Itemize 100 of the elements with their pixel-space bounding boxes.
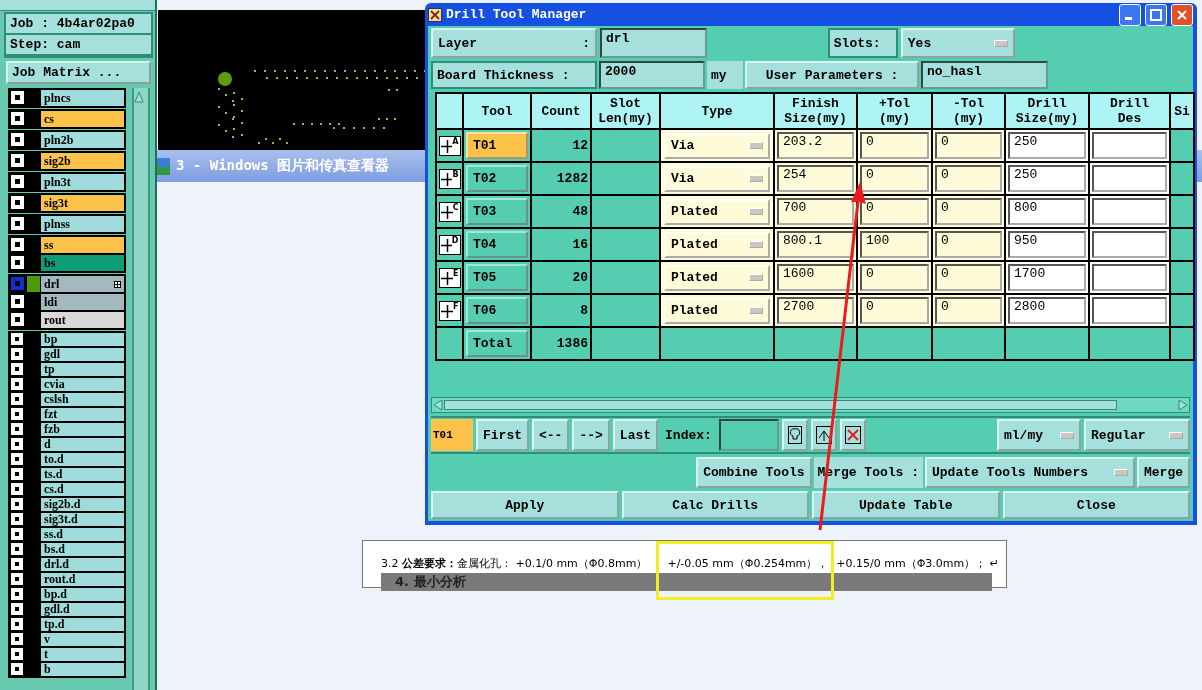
layer-row[interactable]: ts.d <box>41 468 124 481</box>
action-button[interactable]: Update Table <box>812 491 1000 519</box>
layer-row[interactable]: rout <box>41 312 124 328</box>
layer-row[interactable]: cvia <box>41 378 124 391</box>
action-button[interactable]: Close <box>1002 491 1190 519</box>
type-dropdown[interactable]: Plated <box>664 297 770 324</box>
scroll-right-arrow-icon[interactable] <box>1177 399 1189 411</box>
input-field[interactable] <box>1092 264 1167 291</box>
tool-button[interactable]: T02 <box>466 165 528 192</box>
layer-row[interactable]: bp.d <box>41 588 124 601</box>
layer-row[interactable]: cs <box>41 111 124 127</box>
layer-row[interactable]: to.d <box>41 453 124 466</box>
mode-dropdown[interactable]: Regular <box>1084 419 1190 451</box>
input-field[interactable]: 203.2 <box>777 132 854 159</box>
layer-checkbox[interactable] <box>11 277 24 290</box>
combine-tools-button[interactable]: Combine Tools <box>696 457 812 488</box>
input-field[interactable]: 254 <box>777 165 854 192</box>
nav-button[interactable]: --> <box>572 419 610 451</box>
input-field[interactable]: 250 <box>1008 132 1086 159</box>
type-dropdown[interactable]: Plated <box>664 198 770 225</box>
units-dropdown[interactable]: ml/my <box>997 419 1081 451</box>
expand-button[interactable]: C <box>438 201 461 222</box>
layer-row[interactable]: tp <box>41 363 124 376</box>
layer-row[interactable]: sig2b.d <box>41 498 124 511</box>
maximize-button[interactable] <box>1145 3 1167 26</box>
layer-row[interactable]: drl.d <box>41 558 124 571</box>
layer-row[interactable]: b <box>41 663 124 676</box>
layer-row[interactable]: plncs <box>41 90 124 106</box>
layer-row[interactable]: t <box>41 648 124 661</box>
minimize-button[interactable] <box>1119 3 1141 26</box>
layer-row[interactable]: d <box>41 438 124 451</box>
delete-button[interactable] <box>839 419 866 451</box>
tool-button[interactable]: T04 <box>466 231 528 258</box>
type-dropdown[interactable]: Plated <box>664 264 770 291</box>
input-field[interactable]: 0 <box>935 132 1002 159</box>
input-field[interactable]: 800 <box>1008 198 1086 225</box>
expand-button[interactable]: E <box>438 267 461 288</box>
input-field[interactable]: 0 <box>860 132 929 159</box>
layer-row[interactable]: fzb <box>41 423 124 436</box>
input-field[interactable] <box>1092 198 1167 225</box>
layer-row[interactable]: bs <box>41 255 124 271</box>
input-field[interactable] <box>1092 132 1167 159</box>
input-field[interactable]: 1700 <box>1008 264 1086 291</box>
input-field[interactable]: 0 <box>860 264 929 291</box>
layer-row[interactable]: ss <box>41 237 124 253</box>
layer-button[interactable]: Layer : <box>431 28 597 58</box>
layer-row[interactable]: pln2b <box>41 132 124 148</box>
vertical-scrollbar[interactable] <box>132 88 150 690</box>
layer-row[interactable]: v <box>41 633 124 646</box>
layer-row[interactable]: rout.d <box>41 573 124 586</box>
layer-row[interactable]: ldi <box>41 294 124 310</box>
layer-row[interactable]: bp <box>41 333 124 346</box>
slots-dropdown[interactable]: Yes <box>900 28 1015 58</box>
action-button[interactable]: Apply <box>431 491 619 519</box>
input-field[interactable]: 2800 <box>1008 297 1086 324</box>
layer-row[interactable]: cs.d <box>41 483 124 496</box>
tool-button[interactable]: T05 <box>466 264 528 291</box>
type-dropdown[interactable]: Via <box>664 165 770 192</box>
expand-button[interactable]: A <box>438 135 461 156</box>
input-field[interactable]: 250 <box>1008 165 1086 192</box>
total-button[interactable]: Total <box>466 330 528 357</box>
close-button[interactable] <box>1171 3 1193 26</box>
expand-button[interactable]: F <box>438 300 461 321</box>
input-field[interactable]: 0 <box>935 297 1002 324</box>
layer-row[interactable]: gdl <box>41 348 124 361</box>
input-field[interactable] <box>1092 297 1167 324</box>
nav-button[interactable]: <-- <box>532 419 570 451</box>
input-field[interactable]: 0 <box>935 165 1002 192</box>
job-matrix-button[interactable]: Job Matrix ... <box>6 61 151 84</box>
scroll-left-arrow-icon[interactable] <box>432 399 444 411</box>
input-field[interactable] <box>1092 165 1167 192</box>
expand-button[interactable]: D <box>438 234 461 255</box>
layer-row[interactable]: sig3t <box>41 195 124 211</box>
layer-row[interactable]: ss.d <box>41 528 124 541</box>
nav-button[interactable]: Last <box>612 419 659 451</box>
layer-row[interactable]: bs.d <box>41 543 124 556</box>
layer-row[interactable]: cslsh <box>41 393 124 406</box>
input-field[interactable]: 1600 <box>777 264 854 291</box>
merge-option-dropdown[interactable]: Update Tools Numbers <box>925 457 1135 488</box>
input-field[interactable]: 950 <box>1008 231 1086 258</box>
layer-row[interactable]: sig3t.d <box>41 513 124 526</box>
input-field[interactable]: 0 <box>860 198 929 225</box>
layer-row[interactable]: fzt <box>41 408 124 421</box>
layer-row[interactable]: tp.d <box>41 618 124 631</box>
layer-row[interactable]: drl <box>41 276 124 292</box>
input-field[interactable]: 0 <box>935 264 1002 291</box>
merge-button[interactable]: Merge <box>1137 457 1190 488</box>
input-field[interactable]: 2700 <box>777 297 854 324</box>
lightbulb-button[interactable] <box>781 419 808 451</box>
index-field[interactable] <box>718 419 779 451</box>
input-field[interactable]: 0 <box>860 297 929 324</box>
thickness-field[interactable]: 2000 <box>599 61 705 89</box>
user-parameters-button[interactable]: User Parameters : <box>745 61 919 89</box>
input-field[interactable]: 100 <box>860 231 929 258</box>
action-button[interactable]: Calc Drills <box>621 491 809 519</box>
tool-button[interactable]: T06 <box>466 297 528 324</box>
input-field[interactable]: 700 <box>777 198 854 225</box>
tool-button[interactable]: T03 <box>466 198 528 225</box>
layer-row[interactable]: gdl.d <box>41 603 124 616</box>
input-field[interactable] <box>1092 231 1167 258</box>
